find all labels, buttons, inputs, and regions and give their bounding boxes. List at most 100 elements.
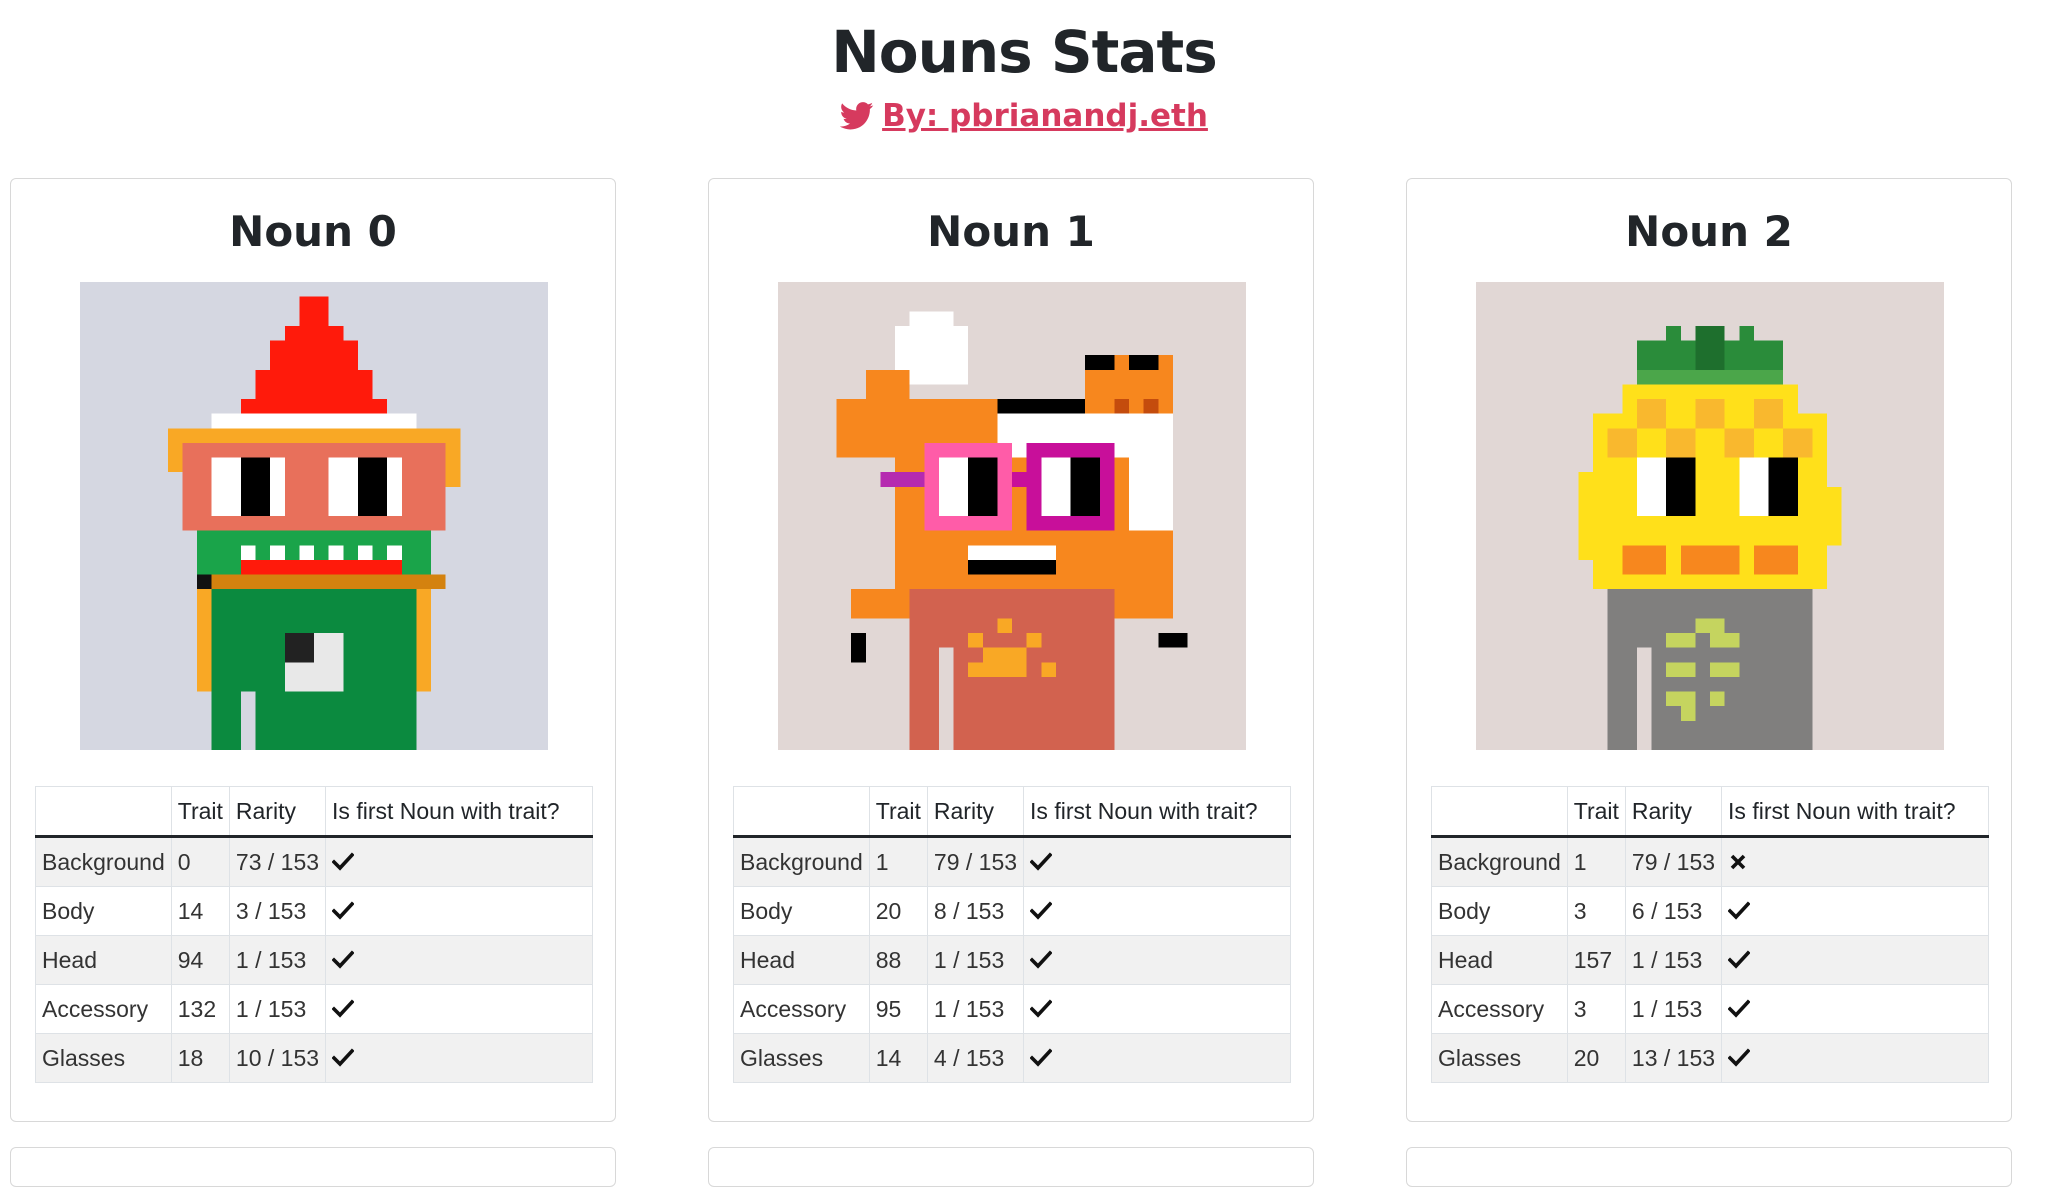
table-row: Background 1 79 / 153 [733, 836, 1291, 887]
column-header-first: Is first Noun with trait? [325, 786, 593, 838]
table-header-row: Trait Rarity Is first Noun with trait? [35, 786, 593, 838]
first-noun-mark [1023, 984, 1291, 1034]
noun-card-title: Noun 0 [229, 207, 397, 256]
trait-rarity: 79 / 153 [1624, 836, 1723, 887]
check-icon [332, 1048, 355, 1067]
first-noun-mark [1023, 836, 1291, 887]
traits-table: Trait Rarity Is first Noun with trait? B… [1431, 786, 1989, 1083]
first-noun-mark [325, 935, 593, 985]
column-header-first: Is first Noun with trait? [1023, 786, 1291, 838]
noun-card-2: Noun 2 Trait Rarity Is first Noun with t… [1406, 178, 2012, 1122]
trait-name: Glasses [733, 1033, 870, 1083]
author-link-text[interactable]: By: pbrianandj.eth [882, 98, 1208, 134]
check-icon [1030, 1048, 1053, 1067]
table-row: Head 157 1 / 153 [1431, 935, 1989, 985]
traits-table: Trait Rarity Is first Noun with trait? B… [35, 786, 593, 1083]
check-icon [1728, 901, 1751, 920]
trait-name: Accessory [1431, 984, 1568, 1034]
trait-id: 18 [170, 1033, 230, 1083]
column-header-rarity: Rarity [228, 786, 327, 838]
table-row: Accessory 3 1 / 153 [1431, 984, 1989, 1034]
table-row: Head 94 1 / 153 [35, 935, 593, 985]
column-header-trait: Trait [1566, 786, 1626, 838]
table-row: Glasses 20 13 / 153 [1431, 1033, 1989, 1083]
trait-id: 132 [170, 984, 230, 1034]
trait-rarity: 8 / 153 [926, 886, 1025, 936]
trait-rarity: 1 / 153 [926, 984, 1025, 1034]
trait-id: 94 [170, 935, 230, 985]
check-icon [1030, 950, 1053, 969]
trait-id: 0 [170, 836, 230, 887]
trait-rarity: 1 / 153 [228, 984, 327, 1034]
check-icon [332, 901, 355, 920]
first-noun-mark [325, 886, 593, 936]
column-header [35, 786, 172, 838]
noun-card-0: Noun 0 Trait Rarity Is first Noun with t… [10, 178, 616, 1122]
column-header [1431, 786, 1568, 838]
table-row: Background 0 73 / 153 [35, 836, 593, 887]
trait-name: Accessory [35, 984, 172, 1034]
trait-rarity: 4 / 153 [926, 1033, 1025, 1083]
author-link[interactable]: By: pbrianandj.eth [0, 98, 2048, 134]
check-icon [332, 852, 355, 871]
column-header-trait: Trait [868, 786, 928, 838]
table-row: Background 1 79 / 153 [1431, 836, 1989, 887]
check-icon [1728, 950, 1751, 969]
column-header-rarity: Rarity [1624, 786, 1723, 838]
check-icon [1030, 901, 1053, 920]
table-row: Glasses 18 10 / 153 [35, 1033, 593, 1083]
trait-name: Head [1431, 935, 1568, 985]
trait-id: 20 [1566, 1033, 1626, 1083]
noun-image [778, 282, 1246, 750]
noun-image [80, 282, 548, 750]
noun-card-partial [708, 1147, 1314, 1187]
traits-table: Trait Rarity Is first Noun with trait? B… [733, 786, 1291, 1083]
trait-rarity: 6 / 153 [1624, 886, 1723, 936]
trait-rarity: 3 / 153 [228, 886, 327, 936]
trait-id: 14 [170, 886, 230, 936]
table-header-row: Trait Rarity Is first Noun with trait? [1431, 786, 1989, 838]
table-row: Accessory 132 1 / 153 [35, 984, 593, 1034]
trait-id: 88 [868, 935, 928, 985]
first-noun-mark [325, 836, 593, 887]
check-icon [1030, 999, 1053, 1018]
noun-image [1476, 282, 1944, 750]
trait-id: 14 [868, 1033, 928, 1083]
trait-name: Head [35, 935, 172, 985]
trait-rarity: 10 / 153 [228, 1033, 327, 1083]
page-title: Nouns Stats [831, 18, 1218, 86]
trait-rarity: 73 / 153 [228, 836, 327, 887]
first-noun-mark [1721, 984, 1989, 1034]
trait-name: Glasses [35, 1033, 172, 1083]
trait-rarity: 1 / 153 [1624, 984, 1723, 1034]
column-header [733, 786, 870, 838]
noun-1-pixel-art [778, 282, 1246, 750]
trait-name: Background [1431, 836, 1568, 887]
table-row: Glasses 14 4 / 153 [733, 1033, 1291, 1083]
trait-name: Background [35, 836, 172, 887]
table-row: Body 20 8 / 153 [733, 886, 1291, 936]
trait-id: 3 [1566, 886, 1626, 936]
trait-id: 1 [1566, 836, 1626, 887]
first-noun-mark [1721, 836, 1989, 887]
first-noun-mark [1023, 935, 1291, 985]
cross-icon [1730, 854, 1746, 870]
trait-name: Body [733, 886, 870, 936]
check-icon [1728, 999, 1751, 1018]
noun-2-pixel-art [1476, 282, 1944, 750]
table-row: Head 88 1 / 153 [733, 935, 1291, 985]
trait-name: Body [35, 886, 172, 936]
trait-id: 20 [868, 886, 928, 936]
table-row: Body 3 6 / 153 [1431, 886, 1989, 936]
trait-id: 95 [868, 984, 928, 1034]
trait-name: Head [733, 935, 870, 985]
first-noun-mark [325, 984, 593, 1034]
trait-name: Accessory [733, 984, 870, 1034]
first-noun-mark [1721, 1033, 1989, 1083]
trait-id: 1 [868, 836, 928, 887]
trait-rarity: 1 / 153 [926, 935, 1025, 985]
noun-card-partial [10, 1147, 616, 1187]
column-header-trait: Trait [170, 786, 230, 838]
trait-name: Glasses [1431, 1033, 1568, 1083]
first-noun-mark [325, 1033, 593, 1083]
